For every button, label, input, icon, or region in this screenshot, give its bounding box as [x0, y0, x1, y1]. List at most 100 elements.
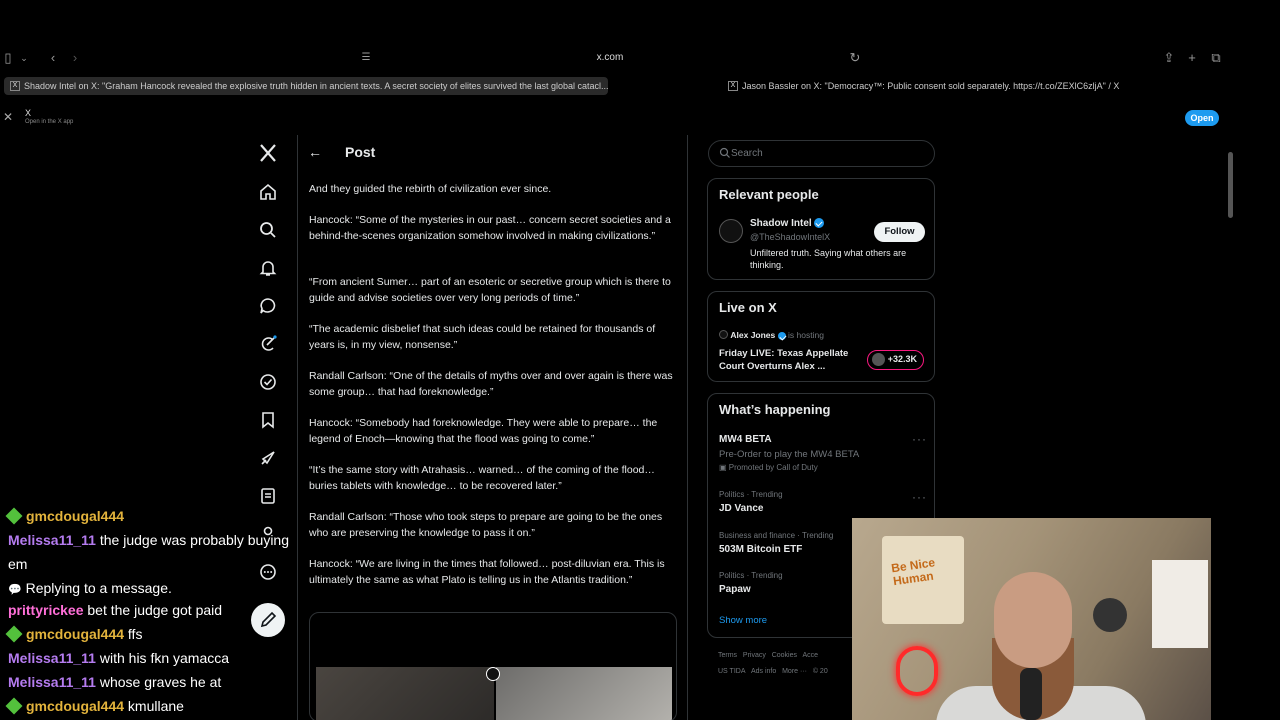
diamond-badge-icon: [5, 507, 23, 525]
forward-arrow-icon[interactable]: ›: [67, 50, 83, 66]
profile-name-row[interactable]: Shadow Intel: [750, 218, 825, 229]
trend-item[interactable]: Politics · Trending Papaw: [719, 571, 783, 595]
home-icon[interactable]: [258, 182, 278, 202]
streamer-face: [994, 572, 1072, 668]
open-app-button[interactable]: Open: [1185, 110, 1219, 126]
rocket-icon[interactable]: [258, 448, 278, 468]
chat-text: whose graves he at: [99, 674, 222, 690]
share-icon[interactable]: ⇪: [1161, 50, 1177, 66]
webcam-overlay: Be Nice Human: [852, 518, 1211, 720]
hosting-label: is hosting: [788, 330, 824, 340]
follow-button[interactable]: Follow: [874, 222, 925, 242]
diamond-badge-icon: [5, 697, 23, 715]
sidebar-toggle-icon[interactable]: ▯: [0, 50, 16, 66]
back-arrow-icon[interactable]: ‹: [45, 50, 61, 66]
tab-bar: X Shadow Intel on X: "Graham Hancock rev…: [0, 77, 1236, 95]
chat-message: Melissa11_11 the judge was probably buyi…: [8, 532, 289, 549]
chat-message: gmcdougal444 ffs: [5, 625, 143, 643]
app-banner: ✕ X Open in the X app: [0, 106, 1236, 130]
search-icon[interactable]: [258, 220, 278, 240]
new-tab-icon[interactable]: +: [1184, 50, 1200, 66]
search-icon: [719, 147, 730, 158]
tab-title: Jason Bassler on X: "Democracy™: Public …: [742, 81, 1120, 91]
chat-text: kmullane: [127, 698, 184, 714]
scrollbar[interactable]: [1228, 152, 1233, 218]
card-title: Live on X: [719, 300, 777, 315]
show-more-link[interactable]: Show more: [719, 615, 767, 626]
microphone: [1020, 668, 1042, 720]
post-paragraph: Randall Carlson: “One of the details of …: [309, 370, 673, 398]
close-icon[interactable]: ✕: [3, 110, 13, 124]
live-stream-title[interactable]: Friday LIVE: Texas Appellate Court Overt…: [719, 348, 859, 373]
footer-link[interactable]: Terms: [718, 652, 737, 659]
x-logo-icon: X: [728, 81, 738, 91]
video-frame-left: [316, 667, 494, 720]
speech-bubble-icon: 💬: [8, 584, 22, 596]
trend-name: Papaw: [719, 584, 751, 595]
footer-link[interactable]: Cookies: [772, 652, 797, 659]
grok-icon[interactable]: [258, 334, 278, 354]
more-icon[interactable]: [258, 562, 278, 582]
trend-description: Pre-Order to play the MW4 BETA: [719, 449, 860, 460]
search-placeholder: Search: [731, 148, 763, 159]
footer-link[interactable]: © 20: [813, 668, 828, 675]
chevron-down-icon[interactable]: ⌄: [16, 50, 32, 66]
chat-user: gmcdougal444: [26, 698, 125, 714]
bookmarks-icon[interactable]: [258, 410, 278, 430]
compose-button[interactable]: [251, 603, 285, 637]
app-subtitle: Open in the X app: [25, 119, 74, 125]
footer-link[interactable]: US TIDA: [718, 668, 746, 675]
chat-text: ffs: [127, 626, 143, 642]
footer-links: US TIDA Ads info More ··· © 20: [718, 668, 828, 675]
trend-item[interactable]: Politics · Trending JD Vance: [719, 490, 783, 514]
post-paragraph: Hancock: “Some of the mysteries in our p…: [309, 214, 671, 242]
address-bar[interactable]: x.com: [560, 52, 660, 63]
x-logo-icon: X: [10, 81, 20, 91]
page-title: Post: [345, 144, 376, 160]
more-options-icon[interactable]: ···: [912, 432, 927, 446]
search-input[interactable]: Search: [708, 140, 935, 167]
chat-user: Melissa11_11: [8, 532, 96, 548]
host-name: Alex Jones: [730, 330, 776, 340]
embedded-video[interactable]: [309, 612, 677, 720]
footer-link[interactable]: Acce: [802, 652, 818, 659]
footer-link[interactable]: Privacy: [743, 652, 766, 659]
tab-overview-icon[interactable]: ⧉: [1208, 50, 1224, 66]
notifications-icon[interactable]: [258, 258, 278, 278]
verified-badge-icon: [814, 218, 825, 229]
more-options-icon[interactable]: ···: [912, 490, 927, 504]
chat-message: Melissa11_11 whose graves he at: [8, 674, 221, 691]
chat-text: em: [8, 556, 28, 572]
messages-icon[interactable]: [258, 296, 278, 316]
app-name: X: [25, 108, 32, 118]
trend-item[interactable]: Business and finance · Trending 503M Bit…: [719, 531, 833, 555]
avatar[interactable]: [719, 219, 743, 243]
post-paragraph: And they guided the rebirth of civilizat…: [309, 183, 552, 195]
footer-link[interactable]: Ads info: [751, 668, 776, 675]
back-arrow-icon[interactable]: ←: [308, 144, 322, 160]
chat-user: Melissa11_11: [8, 650, 96, 666]
chat-user: Melissa11_11: [8, 674, 96, 690]
listener-avatar: [872, 353, 885, 366]
trend-context: Politics · Trending: [719, 571, 783, 580]
page-menu-icon[interactable]: ☰: [358, 50, 374, 66]
card-title: Relevant people: [719, 187, 819, 202]
chat-message: Melissa11_11 with his fkn yamacca: [8, 650, 229, 667]
trend-item[interactable]: MW4 BETA Pre-Order to play the MW4 BETA …: [719, 434, 859, 472]
chat-message: em: [8, 556, 27, 573]
live-host-row: Alex Jones is hosting: [719, 330, 824, 340]
reload-icon[interactable]: ↻: [847, 50, 863, 66]
live-listeners-badge[interactable]: +32.3K: [867, 350, 924, 370]
footer-link[interactable]: More ···: [782, 668, 807, 675]
tab-shadow-intel[interactable]: X Shadow Intel on X: "Graham Hancock rev…: [4, 77, 608, 95]
lists-icon[interactable]: [258, 486, 278, 506]
post-paragraph: Hancock: “We are living in the times tha…: [309, 558, 665, 586]
verified-icon[interactable]: [258, 372, 278, 392]
chat-user: gmcdougal444: [26, 626, 125, 642]
x-logo-icon[interactable]: [258, 143, 278, 163]
profile-handle: @TheShadowIntelX: [750, 232, 831, 242]
tab-jason-bassler[interactable]: X Jason Bassler on X: "Democracy™: Publi…: [722, 77, 1222, 95]
chat-user: prittyrickee: [8, 602, 84, 618]
card-title: What’s happening: [719, 402, 831, 417]
relevant-people-card: Relevant people Shadow Intel @TheShadowI…: [707, 178, 935, 280]
